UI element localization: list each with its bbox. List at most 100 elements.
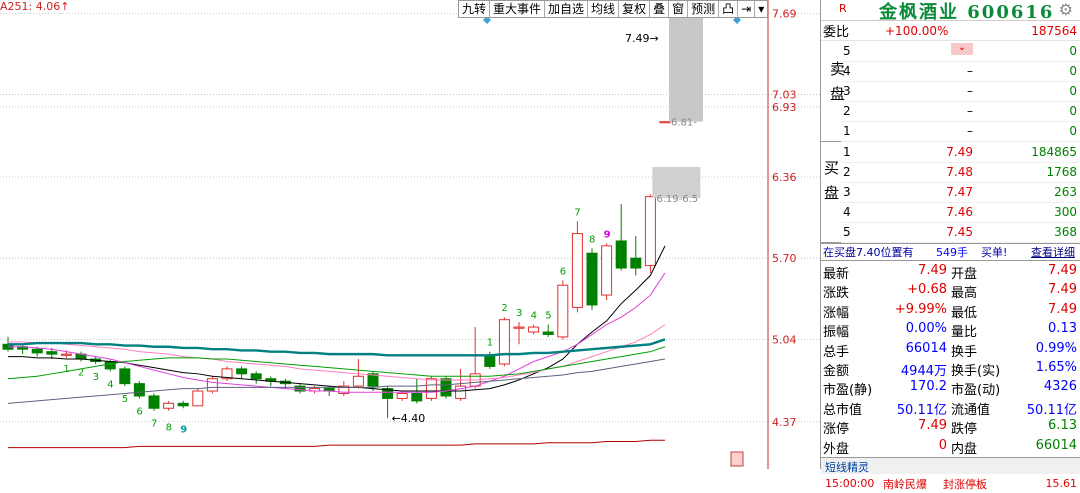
sell-row-4[interactable]: 4 – 0 — [841, 61, 1080, 82]
stat-row: 金额 4944万 换手(实) 1.65% — [821, 360, 1080, 379]
toolbar-window-button[interactable]: 窗 — [669, 1, 689, 17]
candle-body — [440, 378, 452, 397]
stat-value-left: 4944万 — [900, 363, 947, 379]
sell-volume: 0 — [1069, 124, 1077, 138]
nine-turn-down-count: 4 — [107, 379, 113, 390]
toolbar-major-events-button[interactable]: 重大事件 — [490, 1, 546, 17]
sell-volume: 0 — [1069, 104, 1077, 118]
candle-body — [46, 351, 58, 355]
ma-line — [8, 439, 665, 449]
stat-row: 市盈(静) 170.2 市盈(动) 4326 — [821, 379, 1080, 398]
buy-price: 7.48 — [946, 165, 973, 179]
buy-row-3[interactable]: 3 7.47 263 — [841, 182, 1080, 203]
sell-price: – — [967, 104, 973, 118]
candle-body — [396, 392, 408, 399]
nine-turn-down-count: 5 — [122, 394, 128, 405]
candle-body — [542, 331, 554, 335]
candle-body — [601, 245, 613, 296]
stat-row: 涨跌 +0.68 最高 7.49 — [821, 282, 1080, 301]
stat-row: 总手 66014 换手 0.99% — [821, 341, 1080, 360]
gear-icon[interactable]: ⚙ — [1059, 0, 1073, 19]
stat-value-right: 4326 — [1043, 379, 1077, 395]
sell-level: 4 — [843, 64, 851, 78]
stat-value-left: 66014 — [905, 340, 947, 356]
candle-body — [411, 392, 423, 402]
toolbar-moving-average-button[interactable]: 均线 — [588, 1, 620, 17]
sell-level: 2 — [843, 104, 851, 118]
buy-price: 7.46 — [946, 205, 973, 219]
stat-value-right: 1.65% — [1035, 359, 1077, 375]
stat-value-right: 7.49 — [1048, 301, 1077, 317]
stat-value-left: +9.99% — [894, 301, 947, 317]
nine-turn-up-count: 2 — [501, 303, 507, 314]
buy-row-4[interactable]: 4 7.46 300 — [841, 202, 1080, 223]
stat-label-right: 跌停 — [951, 422, 978, 438]
toolbar-dropdown-icon[interactable]: ▾ — [755, 1, 767, 17]
stat-value-left: 170.2 — [909, 379, 947, 395]
candle-body — [192, 390, 204, 407]
toolbar-jiuzhuan-button[interactable]: 九转 — [459, 1, 491, 17]
nine-turn-down-count: 1 — [63, 364, 69, 375]
buy-book: 买盘 1 7.49 184865 2 7.48 1768 3 7.47 263 4 7.46 300 5… — [821, 142, 1080, 243]
candle-body — [31, 348, 43, 354]
buy-level: 3 — [843, 185, 851, 199]
nine-turn-up-count: 3 — [516, 308, 522, 319]
toolbar-arrow-right-icon[interactable]: ⇥ — [738, 1, 756, 17]
nine-turn-up-count: 7 — [574, 207, 580, 218]
stat-row: 涨幅 +9.99% 最低 7.49 — [821, 302, 1080, 321]
buy-row-2[interactable]: 2 7.48 1768 — [841, 162, 1080, 183]
stat-label-right: 换手(实) — [951, 363, 1001, 379]
nine-turn-up-count: 4 — [531, 311, 537, 322]
sell-volume: 0 — [1069, 84, 1077, 98]
buy-price: 7.45 — [946, 225, 973, 239]
toolbar-adjust-button[interactable]: 复权 — [619, 1, 651, 17]
buy-row-1[interactable]: 1 7.49 184865 — [841, 142, 1080, 163]
sprite-row[interactable]: 15:00:00 南岭民爆 封涨停板 15.61 — [821, 474, 1080, 493]
toolbar-overlay-button[interactable]: 叠 — [650, 1, 670, 17]
buy-side-label: 买盘 — [821, 160, 841, 214]
weibi-value: 187564 — [1031, 23, 1077, 38]
price-axis-label: 5.04 — [772, 333, 797, 346]
stat-value-left: 0 — [938, 437, 947, 453]
candle-body — [557, 284, 569, 338]
stat-label-left: 涨停 — [823, 422, 850, 438]
toolbar-forecast-button[interactable]: 预测 — [688, 1, 720, 17]
stat-label-right: 最高 — [951, 286, 978, 302]
buy-level: 4 — [843, 205, 851, 219]
candle-body — [615, 240, 627, 269]
stat-row: 总市值 50.11亿 流通值 50.11亿 — [821, 399, 1080, 418]
candle-body — [484, 356, 496, 367]
stock-header: R 金枫酒业 600616 ⚙ — [821, 0, 1080, 23]
candle-body — [206, 378, 218, 392]
candle-body — [119, 368, 131, 385]
stat-value-right: 7.49 — [1048, 282, 1077, 298]
candle-body — [425, 378, 437, 399]
kline-chart[interactable]: 7.69 7.036.93 6.36 5.70 5.04 4.37 6.81- 6.19-6.… — [0, 0, 820, 469]
sell-row-2[interactable]: 2 – 0 — [841, 101, 1080, 122]
nine-turn-up-count: 1 — [487, 338, 493, 349]
stat-row: 涨停 7.49 跌停 6.13 — [821, 418, 1080, 437]
nine-turn-down-count: 8 — [166, 423, 172, 434]
stat-label-left: 最新 — [823, 267, 850, 282]
nine-turn-down-count: 3 — [93, 372, 99, 383]
sell-row-3[interactable]: 3 – 0 — [841, 81, 1080, 102]
candle-body — [571, 233, 583, 308]
collapse-chevron-icon[interactable]: ⌄ — [951, 43, 973, 55]
sell-volume: 0 — [1069, 64, 1077, 78]
price-axis-label: 7.03 — [772, 89, 797, 102]
buy-row-5[interactable]: 5 7.45 368 — [841, 222, 1080, 243]
order-notice-bar: 在买盘7.40位置有 549手 买单! 查看详细 — [821, 243, 1080, 261]
view-detail-link[interactable]: 查看详细 — [1031, 244, 1075, 260]
nine-turn-down-count: 9 — [180, 424, 187, 435]
buy-price: 7.47 — [946, 185, 973, 199]
sell-price: – — [967, 124, 973, 138]
stat-label-left: 外盘 — [823, 441, 850, 457]
stat-label-right: 开盘 — [951, 267, 978, 282]
toolbar-add-watchlist-button[interactable]: 加自选 — [545, 1, 589, 17]
sell-price: – — [967, 84, 973, 98]
toolbar-bump-icon[interactable]: 凸 — [719, 1, 739, 17]
kline-chart-area[interactable]: 7.69 7.03 6.93 6.36 5.70 5.04 4.37 6.81- 6.19-6.… — [0, 0, 820, 469]
nine-turn-down-count: 6 — [136, 406, 142, 417]
sell-row-1[interactable]: 1 – 0 — [841, 121, 1080, 142]
stat-label-right: 量比 — [951, 325, 978, 341]
